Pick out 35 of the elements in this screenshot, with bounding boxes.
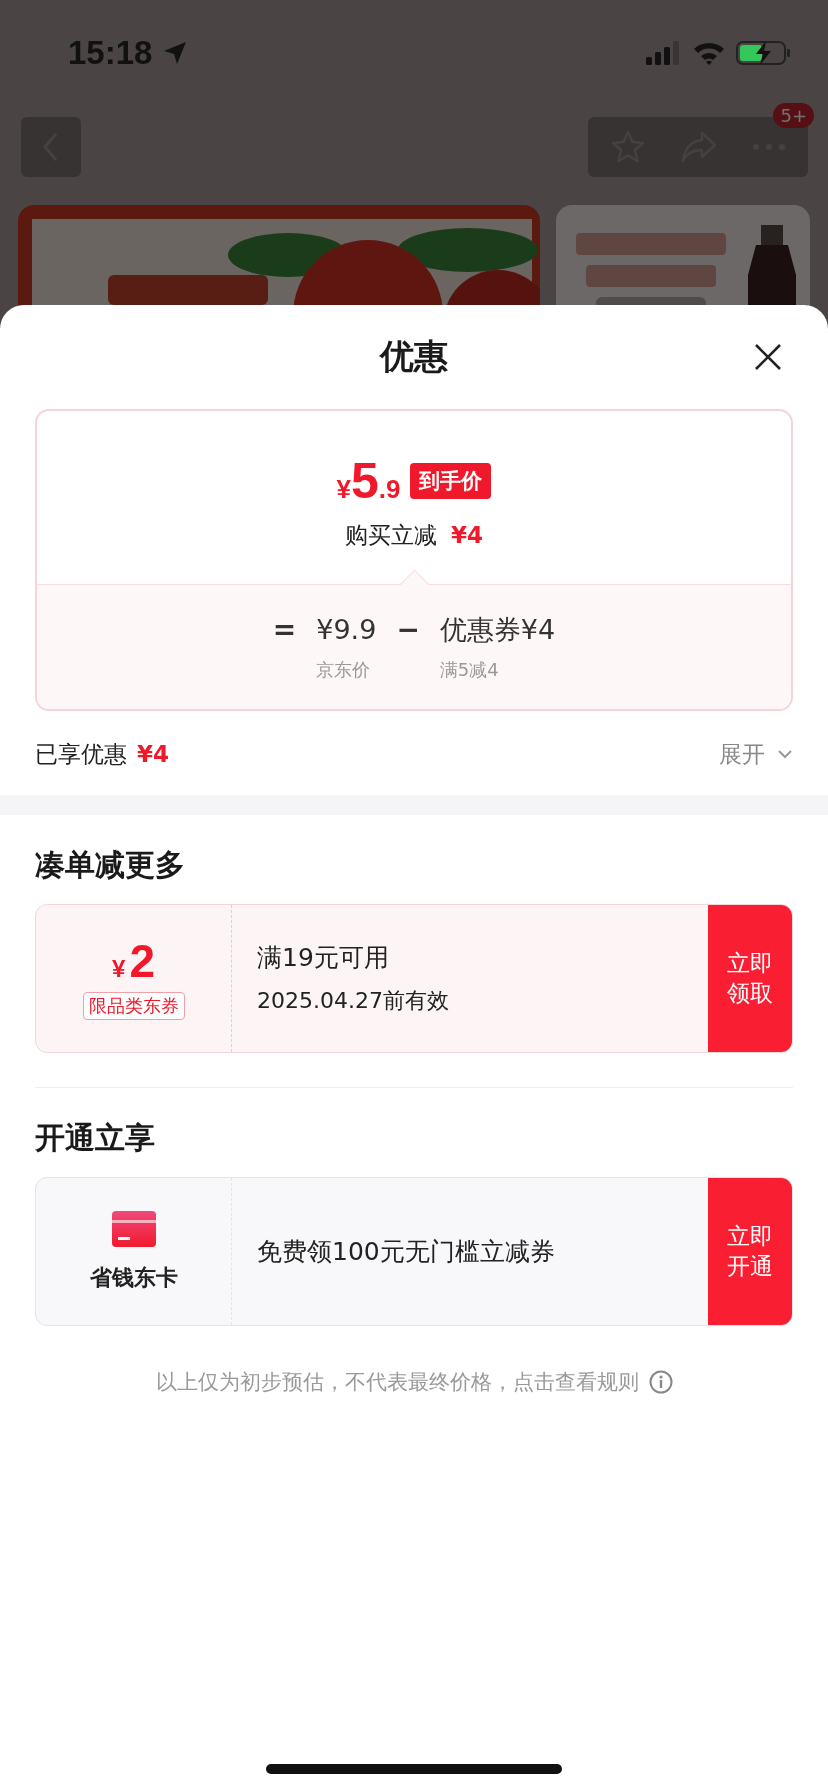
coupon-amount: ¥2 (112, 937, 155, 984)
price-tag: 到手价 (410, 463, 492, 499)
info-icon[interactable] (648, 1370, 673, 1394)
coupon-expiry: 2025.04.27前有效 (257, 987, 450, 1015)
disclaimer-link[interactable]: 以上仅为初步预估，不代表最终价格，点击查看规则 (155, 1368, 639, 1396)
battery-icon (736, 40, 792, 66)
formula-operator: − (396, 613, 420, 646)
notification-badge: 5+ (773, 103, 814, 128)
expand-button[interactable]: 展开 (719, 738, 793, 770)
coupon-tag: 限品类东券 (82, 991, 185, 1020)
discount-value: ¥4 (137, 741, 169, 767)
chevron-down-icon (777, 749, 793, 759)
saving-label: 购买立减 (345, 521, 437, 550)
location-icon (162, 40, 189, 66)
card-icon (111, 1210, 156, 1247)
claim-button[interactable]: 立即领取 (708, 905, 792, 1052)
section-title: 凑单减更多 (34, 846, 186, 884)
coupon-condition: 满19元可用 (257, 942, 390, 974)
card-name: 省钱东卡 (89, 1263, 178, 1292)
formula-caption: 京东价 (316, 658, 372, 682)
coupon-condition: 免费领100元无门槛立减券 (257, 1236, 556, 1268)
sheet-title: 优惠 (380, 335, 448, 378)
discount-label: 已享优惠 (35, 739, 127, 769)
claim-button[interactable]: 立即开通 (708, 1178, 792, 1325)
formula-value: ¥9.9 (316, 613, 377, 647)
wifi-icon (692, 41, 726, 65)
section-title: 开通立享 (34, 1119, 156, 1157)
status-time: 15:18 (68, 34, 153, 72)
formula-value: 优惠券¥4 (439, 613, 556, 647)
formula-caption: 满5减4 (439, 658, 500, 682)
formula-operator: = (272, 613, 297, 646)
signal-icon (646, 41, 682, 65)
saving-value: ¥4 (451, 522, 483, 548)
close-icon[interactable] (754, 343, 782, 371)
final-price: ¥5.9 (336, 452, 401, 510)
